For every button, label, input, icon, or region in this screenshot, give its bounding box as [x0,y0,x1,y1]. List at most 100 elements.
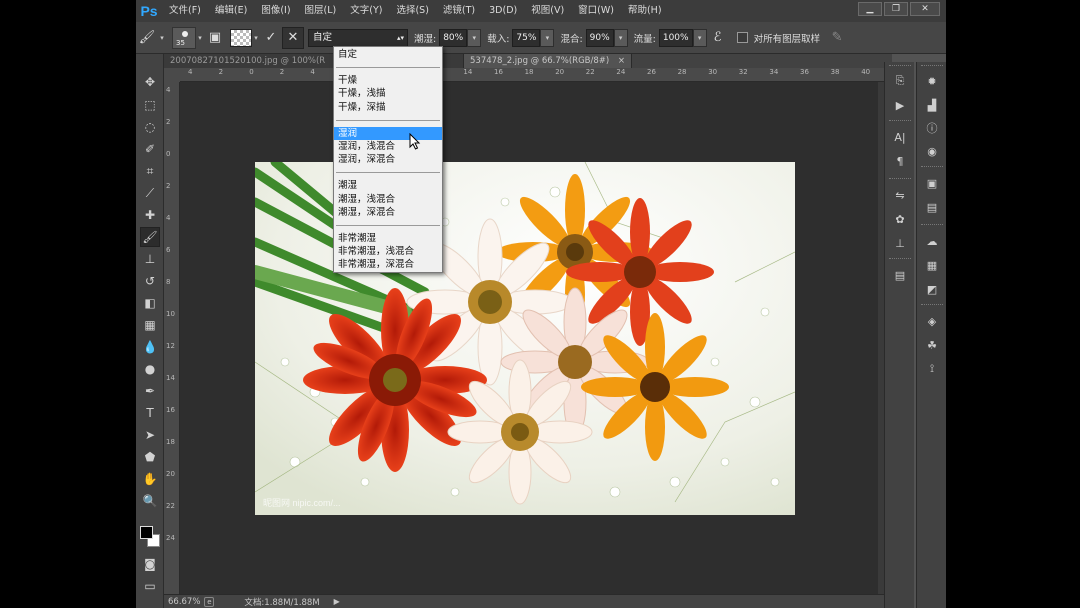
close-icon[interactable]: ✕ [910,2,940,16]
move-tool-icon[interactable]: ✥ [140,72,160,92]
menu-view[interactable]: 视图(V) [524,0,571,22]
healing-brush-tool-icon[interactable]: ✚ [140,205,160,225]
panel-grip[interactable] [921,224,943,226]
history-panel-icon[interactable]: ⎘ [891,72,909,90]
channels-panel-icon[interactable]: ☘ [923,336,941,354]
flow-field[interactable]: 100% [658,28,693,47]
quick-mask-icon[interactable]: ◙ [140,554,160,574]
menu-help[interactable]: 帮助(H) [621,0,669,22]
dropdown-option[interactable]: 潮湿，深混合 [334,206,442,219]
brush-panel-icon[interactable]: ✿ [891,210,909,228]
layer-comps-panel-icon[interactable]: ▣ [923,174,941,192]
histogram-panel-icon[interactable]: ▟ [923,96,941,114]
pressure-size-icon[interactable]: ✎ [826,27,848,49]
dropdown-option[interactable]: 湿润，深混合 [334,153,442,166]
menu-window[interactable]: 窗口(W) [571,0,621,22]
blend-combination-select[interactable]: 自定 ▴▾ [308,28,408,47]
eraser-tool-icon[interactable]: ◧ [140,293,160,313]
menu-edit[interactable]: 编辑(E) [208,0,254,22]
brush-preset-picker[interactable]: 35 [172,26,196,49]
paths-panel-icon[interactable]: ⟟ [923,360,941,378]
status-menu-icon[interactable]: e [204,596,215,607]
brush-presets-panel-icon[interactable]: ⇋ [891,186,909,204]
menu-3d[interactable]: 3D(D) [482,0,524,22]
paragraph-panel-icon[interactable]: ¶ [891,152,909,170]
dropdown-option[interactable]: 干燥，深描 [334,101,442,114]
wet-field[interactable]: 80% [439,28,468,47]
menu-file[interactable]: 文件(F) [162,0,208,22]
document-tab-active[interactable]: 537478_2.jpg @ 66.7%(RGB/8#) × [464,54,633,68]
dropdown-option[interactable]: 非常潮湿，浅混合 [334,245,442,258]
load-brush-icon[interactable]: ✓ [260,27,282,49]
panel-grip[interactable] [921,304,943,306]
styles-panel-icon[interactable]: ▦ [923,256,941,274]
character-panel-icon[interactable]: A| [891,128,909,146]
menu-layer[interactable]: 图层(L) [298,0,344,22]
flow-spinner-icon[interactable]: ▾ [692,28,707,47]
restore-icon[interactable]: ❐ [884,2,908,16]
dropdown-option[interactable]: 非常潮湿 [334,232,442,245]
notes-panel-icon[interactable]: ▤ [923,198,941,216]
type-tool-icon[interactable]: T [140,403,160,423]
shape-tool-icon[interactable]: ⬟ [140,447,160,467]
crop-tool-icon[interactable]: ⌗ [140,161,160,181]
dropdown-option[interactable]: 自定 [334,48,442,61]
blur-tool-icon[interactable]: 💧 [140,337,160,357]
lasso-tool-icon[interactable]: ◌ [140,117,160,137]
status-arrow-icon[interactable]: ▶ [334,597,340,606]
info-panel-icon[interactable]: ⓘ [923,119,941,137]
menu-image[interactable]: 图像(I) [254,0,297,22]
layers-panel-icon[interactable]: ◈ [923,312,941,330]
mixer-brush-tool-icon[interactable]: 🖌 [140,227,160,247]
dodge-tool-icon[interactable]: ● [140,359,160,379]
color-panel-icon[interactable]: ✹ [923,72,941,90]
path-selection-tool-icon[interactable]: ➤ [140,425,160,445]
current-brush-load-swatch[interactable] [230,28,252,47]
dropdown-option[interactable]: 干燥 [334,74,442,87]
wet-spinner-icon[interactable]: ▾ [467,28,482,47]
actions-panel-icon[interactable]: ▶ [891,96,909,114]
pen-tool-icon[interactable]: ✒ [140,381,160,401]
panel-grip[interactable] [889,120,911,122]
dropdown-option[interactable]: 潮湿 [334,179,442,192]
marquee-tool-icon[interactable]: ⬚ [140,95,160,115]
mix-spinner-icon[interactable]: ▾ [613,28,628,47]
hand-tool-icon[interactable]: ✋ [140,469,160,489]
menu-filter[interactable]: 滤镜(T) [436,0,482,22]
dropdown-option[interactable]: 湿润，浅混合 [334,140,442,153]
foreground-color-swatch[interactable] [140,526,153,539]
sample-all-layers-checkbox[interactable] [736,32,748,43]
dropdown-option[interactable]: 湿润 [334,126,442,140]
tool-presets-panel-icon[interactable]: ▤ [891,266,909,284]
mix-field[interactable]: 90% [585,28,614,47]
zoom-level[interactable]: 66.67% [164,597,204,607]
mixer-brush-tool-icon[interactable]: 🖌 [136,27,158,49]
menu-type[interactable]: 文字(Y) [343,0,389,22]
clone-stamp-tool-icon[interactable]: ⊥ [140,249,160,269]
panel-grip[interactable] [889,178,911,180]
minimize-icon[interactable]: ▁ [858,2,882,16]
eyedropper-tool-icon[interactable]: ⟋ [140,183,160,203]
brush-panel-toggle-icon[interactable]: ▣ [204,27,226,49]
quick-selection-tool-icon[interactable]: ✐ [140,139,160,159]
panel-grip[interactable] [889,258,911,260]
kuler-panel-icon[interactable]: ◉ [923,142,941,160]
gradient-tool-icon[interactable]: ▦ [140,315,160,335]
load-spinner-icon[interactable]: ▾ [540,28,555,47]
panel-grip[interactable] [921,166,943,168]
tool-preset-caret-icon[interactable]: ▾ [158,34,166,42]
masks-panel-icon[interactable]: ◩ [923,280,941,298]
clean-brush-icon[interactable]: ✕ [282,26,304,49]
canvas-workspace[interactable]: 昵图网 nipic.com/... [180,82,878,594]
panel-grip[interactable] [889,65,911,67]
clone-source-panel-icon[interactable]: ⊥ [891,234,909,252]
dropdown-option[interactable]: 非常潮湿，深混合 [334,258,442,271]
load-field[interactable]: 75% [512,28,541,47]
swatch-caret-icon[interactable]: ▾ [252,34,260,42]
screen-mode-icon[interactable]: ▭ [140,576,160,596]
dropdown-option[interactable]: 干燥，浅描 [334,87,442,100]
brush-preset-caret-icon[interactable]: ▾ [196,34,204,42]
dropdown-option[interactable]: 潮湿，浅混合 [334,193,442,206]
adjustments-panel-icon[interactable]: ☁ [923,232,941,250]
zoom-tool-icon[interactable]: 🔍 [140,491,160,511]
